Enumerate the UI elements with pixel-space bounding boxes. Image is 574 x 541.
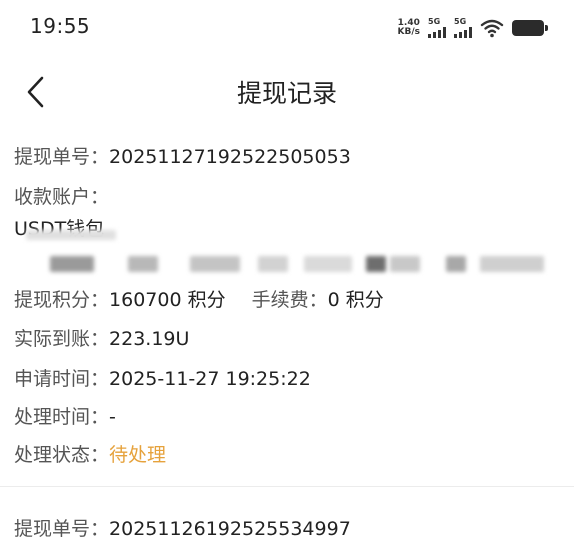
apply-time-label: 申请时间：	[14, 368, 110, 390]
process-time-label: 处理时间：	[14, 406, 110, 428]
network-speed: 1.40 KB/s	[398, 19, 420, 37]
sim1-label: 5G	[428, 17, 441, 26]
status-badge: 待处理	[109, 444, 167, 466]
account-label: 收款账户：	[14, 186, 110, 208]
apply-time-row: 申请时间：2025-11-27 19:25:22	[14, 364, 311, 391]
signal-icon: 5G	[454, 18, 472, 38]
apply-time-value: 2025-11-27 19:25:22	[109, 368, 311, 390]
order-number-value: 20251127192522505053	[109, 146, 351, 168]
battery-icon	[512, 20, 548, 36]
points-value: 160700 积分	[109, 289, 226, 311]
status-bar: 19:55 1.40 KB/s 5G 5G	[0, 0, 574, 56]
network-speed-unit: KB/s	[397, 27, 420, 37]
wifi-icon	[480, 19, 504, 38]
status-time: 19:55	[30, 14, 91, 38]
fee-label: 手续费：	[251, 289, 328, 311]
received-label: 实际到账：	[14, 328, 110, 350]
order-number-label: 提现单号：	[14, 518, 110, 540]
account-row: 收款账户：	[14, 182, 109, 209]
received-row: 实际到账：223.19U	[14, 324, 189, 351]
status-row: 处理状态：待处理	[14, 440, 166, 467]
received-value: 223.19U	[109, 328, 190, 350]
order-number-label: 提现单号：	[14, 146, 110, 168]
next-order-number-row: 提现单号：20251126192525534997	[14, 514, 351, 541]
process-time-value: -	[109, 406, 116, 428]
fee-value: 0 积分	[327, 289, 384, 311]
points-label: 提现积分：	[14, 289, 110, 311]
status-label: 处理状态：	[14, 444, 110, 466]
page-title: 提现记录	[236, 79, 337, 108]
order-number-value: 20251126192525534997	[109, 518, 351, 540]
nav-bar: 提现记录	[0, 62, 574, 118]
order-number-row: 提现单号：20251127192522505053	[14, 142, 351, 169]
points-row: 提现积分：160700 积分 手续费：0 积分	[14, 285, 384, 312]
sim2-label: 5G	[454, 17, 467, 26]
process-time-row: 处理时间：-	[14, 402, 116, 429]
signal-icon: 5G	[428, 18, 446, 38]
record-divider	[0, 486, 574, 487]
status-icons: 1.40 KB/s 5G 5G	[398, 16, 548, 40]
